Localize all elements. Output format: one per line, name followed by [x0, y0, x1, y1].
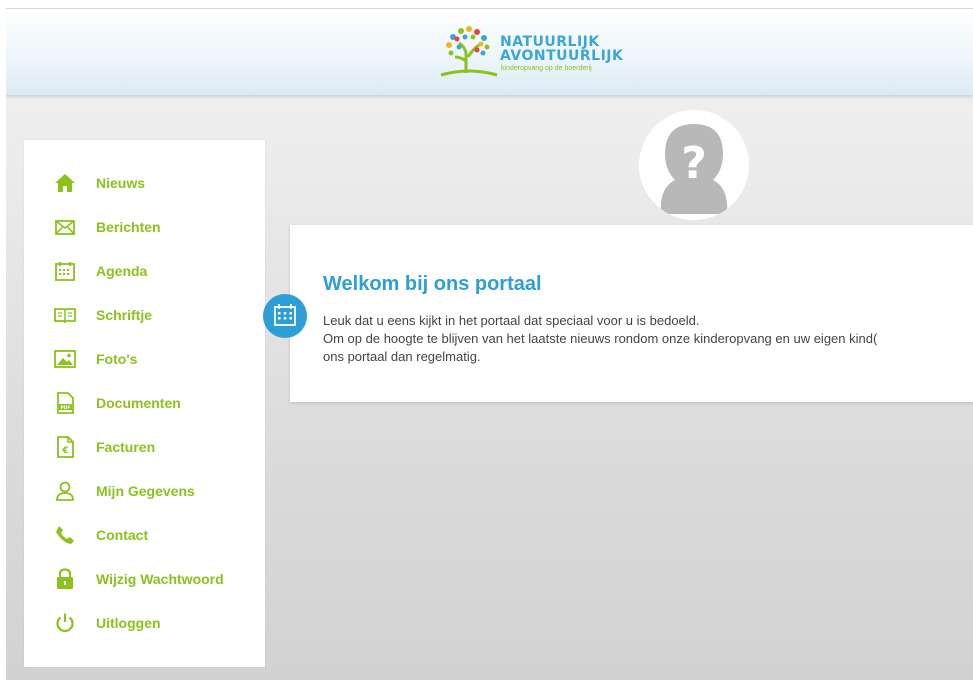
svg-text:€: € [61, 446, 68, 456]
sidebar-item-fotos[interactable]: Foto's [24, 340, 265, 380]
calendar-icon [274, 304, 296, 326]
unknown-person-icon: ? [639, 110, 749, 220]
svg-text:PDF: PDF [60, 405, 70, 411]
welcome-card: Welkom bij ons portaal Leuk dat u eens k… [290, 225, 973, 402]
sidebar-item-label: Contact [96, 527, 149, 543]
power-icon [56, 613, 74, 633]
sidebar-item-wijzig-wachtwoord[interactable]: Wijzig Wachtwoord [24, 560, 265, 600]
sidebar-item-label: Nieuws [96, 175, 146, 191]
header-bar: NATUURLIJK AVONTUURLIJK kinderopvang op … [6, 9, 973, 96]
sidebar-menu: Nieuws Berichten Agenda Schriftje Foto's… [24, 140, 265, 667]
welcome-title: Welkom bij ons portaal [323, 273, 542, 295]
sidebar-item-label: Berichten [96, 219, 161, 235]
sidebar-item-label: Foto's [96, 351, 138, 367]
sidebar-item-agenda[interactable]: Agenda [24, 252, 265, 292]
sidebar-item-berichten[interactable]: Berichten [24, 208, 265, 248]
sidebar-item-mijn-gegevens[interactable]: Mijn Gegevens [24, 472, 265, 512]
welcome-text: Leuk dat u eens kijkt in het portaal dat… [323, 312, 973, 366]
lock-icon [57, 568, 73, 589]
welcome-line-3: ons portaal dan regelmatig. [323, 349, 481, 364]
welcome-badge [263, 294, 307, 338]
sidebar-item-contact[interactable]: Contact [24, 516, 265, 556]
home-icon [55, 174, 75, 192]
sidebar-item-label: Agenda [96, 263, 148, 279]
sidebar-item-label: Uitloggen [96, 615, 161, 631]
sidebar-item-documenten[interactable]: PDF Documenten [24, 384, 265, 424]
sidebar-item-label: Schriftje [96, 307, 153, 323]
tree-logo-icon [440, 26, 498, 77]
logo[interactable]: NATUURLIJK AVONTUURLIJK kinderopvang op … [439, 23, 629, 83]
sidebar-item-label: Documenten [96, 395, 181, 411]
svg-text:?: ? [681, 138, 707, 189]
sidebar-item-nieuws[interactable]: Nieuws [24, 164, 265, 204]
logo-line-1: NATUURLIJK [500, 34, 600, 50]
pdf-document-icon: PDF [57, 392, 74, 414]
user-icon [56, 481, 74, 501]
welcome-line-2: Om op de hoogte te blijven van het laats… [323, 331, 878, 346]
sidebar-item-label: Facturen [96, 439, 156, 455]
envelope-icon [55, 220, 75, 235]
portal-frame: NATUURLIJK AVONTUURLIJK kinderopvang op … [6, 8, 973, 680]
calendar-icon [55, 262, 75, 281]
sidebar-item-schriftje[interactable]: Schriftje [24, 296, 265, 336]
photo-icon [54, 350, 76, 368]
sidebar-item-facturen[interactable]: € Facturen [24, 428, 265, 468]
logo-tagline: kinderopvang op de boerderij [501, 65, 592, 72]
avatar[interactable]: ? [639, 110, 749, 220]
invoice-euro-icon: € [57, 436, 74, 458]
book-icon [54, 308, 76, 324]
sidebar-item-label: Wijzig Wachtwoord [96, 571, 224, 587]
sidebar-item-uitloggen[interactable]: Uitloggen [24, 604, 265, 644]
phone-icon [56, 526, 74, 544]
sidebar-item-label: Mijn Gegevens [96, 483, 195, 499]
welcome-line-1: Leuk dat u eens kijkt in het portaal dat… [323, 313, 700, 328]
logo-line-2: AVONTUURLIJK [500, 48, 624, 64]
